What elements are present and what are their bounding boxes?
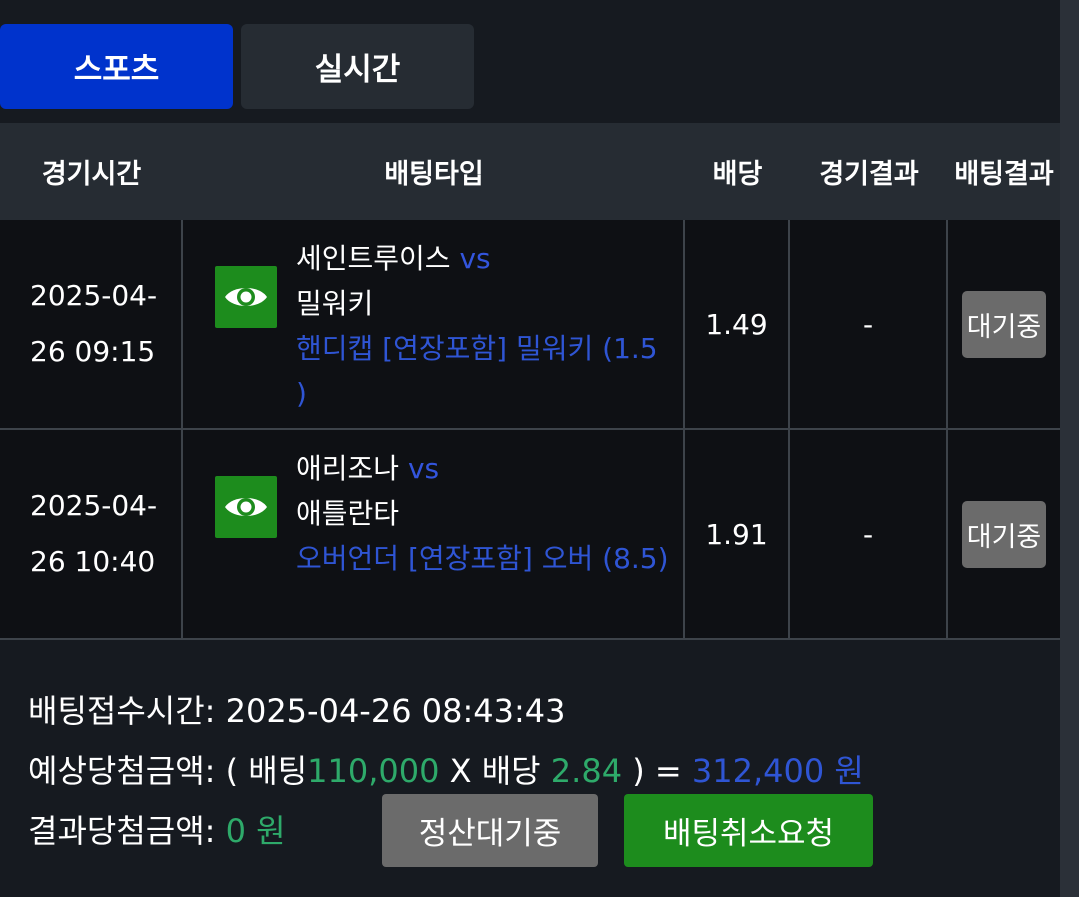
total-odds: 2.84	[550, 752, 623, 790]
header-game-time: 경기시간	[41, 159, 142, 190]
game-result-cell: -	[790, 220, 948, 428]
bet-description: 핸디캡 [연장포함] 밀워키 (1.5 )	[296, 332, 658, 410]
game-time-cell: 2025-04- 26 10:40	[0, 430, 183, 638]
bet-result-cell: 대기중	[948, 430, 1060, 638]
view-details-button[interactable]	[215, 476, 277, 538]
bet-history-table: 경기시간 배팅타입 배당 경기결과 배팅결과 2025-04- 26 09:15…	[0, 123, 1060, 640]
bet-amount: 110,000	[307, 752, 440, 790]
away-team: 애틀란타	[296, 497, 400, 530]
bet-received-time: 배팅접수시간: 2025-04-26 08:43:43	[28, 686, 565, 732]
times-sign: X	[449, 752, 472, 790]
vs-label: vs	[407, 452, 440, 485]
equals-sign: =	[654, 752, 682, 790]
expected-currency: 원	[834, 752, 864, 790]
paren-open: (	[225, 752, 239, 790]
expected-label: 예상당첨금액:	[28, 752, 216, 790]
settlement-pending-button[interactable]: 정산대기중	[382, 794, 598, 867]
expected-amount: 312,400	[691, 752, 825, 790]
bet-description: 오버언더 [연장포함] 오버 (8.5)	[296, 542, 669, 575]
away-team: 밀워키	[296, 287, 374, 320]
table-row: 2025-04- 26 09:15 세인트루이스 vs 밀워키 핸디캡 [연장포…	[0, 220, 1060, 430]
vs-label: vs	[459, 242, 491, 275]
header-bet-type: 배팅타입	[384, 159, 484, 190]
table-row: 2025-04- 26 10:40 애리조나 vs 애틀란타 오버언더 [연장포…	[0, 430, 1060, 640]
bet-result-cell: 대기중	[948, 220, 1060, 428]
odds-label: 배당	[481, 752, 541, 790]
bet-type-cell: 애리조나 vs 애틀란타 오버언더 [연장포함] 오버 (8.5)	[183, 430, 685, 638]
header-bet-result: 배팅결과	[954, 159, 1054, 190]
game-clock: 26 10:40	[30, 545, 156, 578]
bet-type-cell: 세인트루이스 vs 밀워키 핸디캡 [연장포함] 밀워키 (1.5 )	[183, 220, 685, 428]
tab-live[interactable]: 실시간	[241, 24, 474, 109]
table-header: 경기시간 배팅타입 배당 경기결과 배팅결과	[0, 123, 1060, 220]
game-clock: 26 09:15	[30, 335, 156, 368]
result-payout: 결과당첨금액: 0 원	[28, 806, 286, 852]
header-odds: 배당	[712, 159, 763, 190]
status-badge: 대기중	[962, 500, 1046, 568]
eye-icon	[225, 498, 267, 516]
game-result-cell: -	[790, 430, 948, 638]
odds-cell: 1.91	[685, 430, 790, 638]
received-label: 배팅접수시간:	[28, 692, 216, 730]
header-game-result: 경기결과	[819, 159, 919, 190]
status-badge: 대기중	[962, 290, 1046, 358]
paren-close: )	[632, 752, 645, 790]
expected-payout: 예상당첨금액: ( 배팅110,000 X 배당 2.84 ) = 312,40…	[28, 746, 864, 792]
home-team: 애리조나	[296, 452, 400, 485]
result-amount: 0	[225, 812, 246, 850]
game-date: 2025-04-	[30, 279, 158, 312]
home-team: 세인트루이스	[296, 242, 451, 275]
game-time-cell: 2025-04- 26 09:15	[0, 220, 183, 428]
view-details-button[interactable]	[215, 266, 277, 328]
game-date: 2025-04-	[30, 489, 158, 522]
eye-icon	[225, 288, 267, 306]
bet-label: 배팅	[248, 752, 308, 790]
result-label: 결과당첨금액:	[28, 812, 216, 850]
tab-sports[interactable]: 스포츠	[0, 24, 233, 109]
result-currency: 원	[256, 812, 286, 850]
received-time-value: 2025-04-26 08:43:43	[225, 692, 566, 730]
scrollbar[interactable]	[1060, 0, 1079, 897]
cancel-bet-button[interactable]: 배팅취소요청	[624, 794, 873, 867]
odds-cell: 1.49	[685, 220, 790, 428]
